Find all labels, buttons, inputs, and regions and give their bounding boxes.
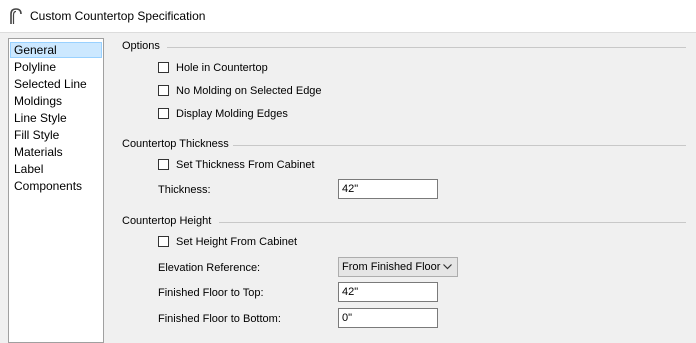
thickness-heading: Countertop Thickness	[122, 138, 229, 150]
display-molding-edges-label[interactable]: Display Molding Edges	[176, 108, 288, 120]
no-molding-checkbox[interactable]	[158, 85, 169, 96]
thickness-input[interactable]	[338, 179, 438, 199]
set-thickness-label[interactable]: Set Thickness From Cabinet	[176, 159, 315, 171]
set-height-checkbox[interactable]	[158, 236, 169, 247]
app-arch-icon	[10, 8, 22, 24]
nav-item-selected-line[interactable]: Selected Line	[10, 76, 102, 92]
thickness-label: Thickness:	[158, 184, 211, 196]
nav-item-label[interactable]: Label	[10, 161, 102, 177]
height-divider	[219, 222, 686, 223]
nav-item-components[interactable]: Components	[10, 178, 102, 194]
title-bar: Custom Countertop Specification	[0, 0, 696, 33]
window-title: Custom Countertop Specification	[30, 9, 206, 23]
display-molding-edges-checkbox[interactable]	[158, 108, 169, 119]
nav-item-line-style[interactable]: Line Style	[10, 110, 102, 126]
hole-in-countertop-checkbox[interactable]	[158, 62, 169, 73]
chevron-down-icon	[443, 264, 452, 270]
no-molding-label[interactable]: No Molding on Selected Edge	[176, 85, 322, 97]
set-height-label[interactable]: Set Height From Cabinet	[176, 236, 297, 248]
floor-to-top-label: Finished Floor to Top:	[158, 287, 264, 299]
nav-item-moldings[interactable]: Moldings	[10, 93, 102, 109]
nav-item-general[interactable]: General	[10, 42, 102, 58]
nav-item-materials[interactable]: Materials	[10, 144, 102, 160]
elevation-reference-value: From Finished Floor	[342, 261, 441, 273]
elevation-reference-label: Elevation Reference:	[158, 262, 261, 274]
floor-to-bottom-label: Finished Floor to Bottom:	[158, 313, 281, 325]
elevation-reference-select[interactable]: From Finished Floor	[338, 257, 458, 277]
height-heading: Countertop Height	[122, 215, 212, 227]
thickness-divider	[233, 145, 686, 146]
floor-to-bottom-input[interactable]	[338, 308, 438, 328]
floor-to-top-input[interactable]	[338, 282, 438, 302]
hole-in-countertop-label[interactable]: Hole in Countertop	[176, 62, 268, 74]
set-thickness-checkbox[interactable]	[158, 159, 169, 170]
nav-item-fill-style[interactable]: Fill Style	[10, 127, 102, 143]
options-heading: Options	[122, 40, 160, 52]
nav-item-polyline[interactable]: Polyline	[10, 59, 102, 75]
options-divider	[167, 47, 686, 48]
category-list[interactable]: General Polyline Selected Line Moldings …	[8, 38, 104, 343]
